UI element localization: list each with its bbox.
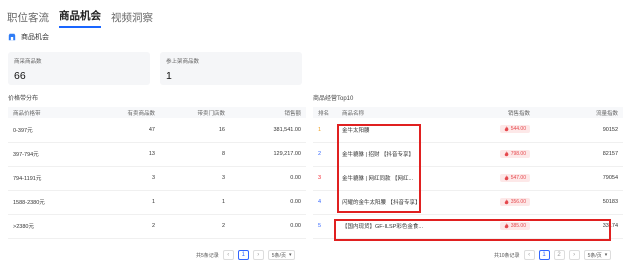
table-row: 794-1191元 3 3 0.00: [8, 166, 306, 191]
cell-products: 2: [90, 214, 160, 239]
stat-card-listed: 参上架商品数 1: [160, 52, 302, 85]
chevron-down-icon: ▾: [604, 252, 608, 258]
cell-rank: 1: [313, 118, 337, 143]
cell-price-band: 397-794元: [8, 142, 90, 167]
top10-title: 商品经营Top10: [313, 96, 354, 102]
page-size-select[interactable]: 5条/页 ▾: [583, 250, 612, 260]
chevron-down-icon: ▾: [288, 252, 292, 258]
cell-traffic-index: 50183: [535, 190, 623, 215]
tab-product-opportunity[interactable]: 商品机会: [59, 8, 101, 28]
cell-products: 3: [90, 166, 160, 191]
sales-index-badge: 798.00: [499, 149, 530, 158]
cell-traffic-index: 82157: [535, 142, 623, 167]
cell-products: 47: [90, 118, 160, 143]
table-header-row: 商品价格带 有卖商品数 带卖门店数 销售额: [8, 107, 306, 118]
table-row: 1588-2380元 1 1 0.00: [8, 190, 306, 215]
section-title: 商品机会: [21, 34, 49, 41]
prev-page-button[interactable]: ‹: [523, 250, 535, 260]
page-button[interactable]: 1: [237, 250, 249, 260]
table-header-row: 排名 商品名称 销售指数 流量指数: [313, 107, 623, 118]
table-row: >2380元 2 2 0.00: [8, 214, 306, 239]
cell-products: 1: [90, 190, 160, 215]
tab-video-insight[interactable]: 视频洞察: [111, 10, 153, 28]
section-header: 商品机会: [8, 32, 49, 42]
stat-value: 1: [166, 70, 172, 82]
cell-price-band: 1588-2380元: [8, 190, 90, 215]
cell-price-band: 0-397元: [8, 118, 90, 143]
stat-card-products: 商采商品数 66: [8, 52, 150, 85]
cell-stores: 3: [160, 166, 230, 191]
cell-products: 13: [90, 142, 160, 167]
page-size-select[interactable]: 5条/页 ▾: [267, 250, 296, 260]
column-header: 排名: [313, 107, 337, 118]
cell-traffic-index: 79054: [535, 166, 623, 191]
column-header: 商品价格带: [8, 107, 90, 118]
page-button[interactable]: 1: [538, 250, 550, 260]
page-size-value: 5条/页: [271, 252, 286, 259]
next-page-button[interactable]: ›: [252, 250, 264, 260]
cell-traffic-index: 90152: [535, 118, 623, 143]
cell-stores: 2: [160, 214, 230, 239]
flame-icon: [504, 198, 509, 204]
sales-index-value: 544.00: [510, 126, 526, 133]
cell-rank: 3: [313, 166, 337, 191]
table-row: 0-397元 47 16 381,541.00: [8, 118, 306, 143]
stat-value: 66: [14, 70, 26, 82]
column-header: 销售额: [230, 107, 306, 118]
cell-stores: 16: [160, 118, 230, 143]
column-header: 流量指数: [535, 107, 623, 118]
cell-rank: 2: [313, 142, 337, 167]
flame-icon: [504, 126, 509, 132]
column-header: 有卖商品数: [90, 107, 160, 118]
next-page-button[interactable]: ›: [568, 250, 580, 260]
cell-sales-index: 544.00: [447, 118, 535, 143]
page-size-value: 5条/页: [587, 252, 602, 259]
cell-price-band: >2380元: [8, 214, 90, 239]
prev-page-button[interactable]: ‹: [222, 250, 234, 260]
total-records: 共10条记录: [494, 252, 520, 259]
shop-icon: [8, 33, 16, 41]
cell-sales: 381,541.00: [230, 118, 306, 143]
tab-job-traffic[interactable]: 职位客流: [7, 10, 49, 28]
column-header: 销售指数: [447, 107, 535, 118]
cell-sales: 0.00: [230, 166, 306, 191]
sales-index-badge: 547.00: [499, 173, 530, 182]
total-records: 共5条记录: [196, 252, 219, 259]
column-header: 带卖门店数: [160, 107, 230, 118]
price-band-table: 商品价格带 有卖商品数 带卖门店数 销售额 0-397元 47 16 381,5…: [8, 107, 306, 239]
highlight-box-names: [337, 124, 421, 213]
sales-index-value: 547.00: [510, 174, 526, 181]
sales-index-value: 356.00: [510, 198, 526, 205]
highlight-box-row5: [334, 219, 611, 241]
price-band-title: 价格带分布: [8, 96, 39, 102]
cell-stores: 8: [160, 142, 230, 167]
cell-sales-index: 798.00: [447, 142, 535, 167]
flame-icon: [504, 150, 509, 156]
cell-sales: 0.00: [230, 190, 306, 215]
stat-label: 参上架商品数: [166, 59, 200, 65]
table-row: 397-794元 13 8 129,217.00: [8, 142, 306, 167]
column-header: 商品名称: [337, 107, 447, 118]
tab-bar: 职位客流 商品机会 视频洞察: [7, 8, 153, 28]
cell-sales-index: 547.00: [447, 166, 535, 191]
left-pagination: 共5条记录 ‹ 1 › 5条/页 ▾: [196, 250, 296, 260]
sales-index-badge: 544.00: [499, 125, 530, 134]
cell-rank: 4: [313, 190, 337, 215]
flame-icon: [504, 174, 509, 180]
stat-label: 商采商品数: [14, 59, 42, 65]
sales-index-badge: 356.00: [499, 197, 530, 206]
cell-stores: 1: [160, 190, 230, 215]
right-pagination: 共10条记录 ‹ 1 2 › 5条/页 ▾: [494, 250, 612, 260]
sales-index-value: 798.00: [510, 150, 526, 157]
cell-sales-index: 356.00: [447, 190, 535, 215]
cell-sales: 0.00: [230, 214, 306, 239]
page-button[interactable]: 2: [553, 250, 565, 260]
cell-sales: 129,217.00: [230, 142, 306, 167]
cell-price-band: 794-1191元: [8, 166, 90, 191]
